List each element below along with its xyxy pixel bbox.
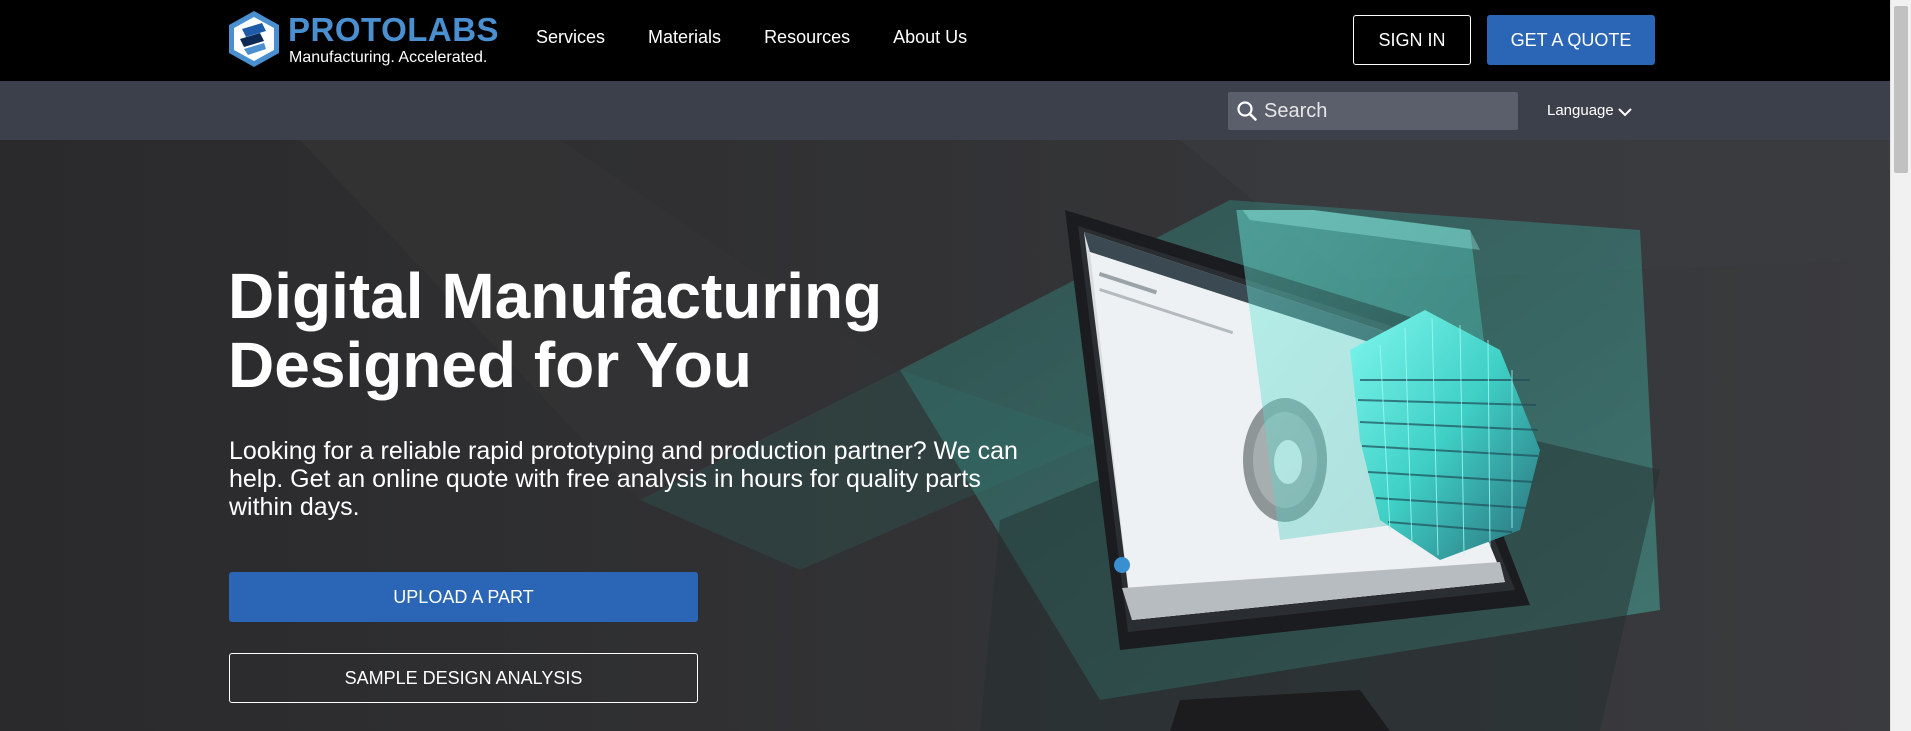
utility-bar: Language <box>0 81 1890 140</box>
page-scrollbar[interactable] <box>1890 0 1911 731</box>
page: PROTOLABS Manufacturing. Accelerated. Se… <box>0 0 1911 731</box>
chevron-down-icon <box>1618 108 1632 117</box>
menu-item-materials[interactable]: Materials <box>648 25 721 49</box>
language-label: Language <box>1547 102 1614 119</box>
scrollbar-thumb[interactable] <box>1894 6 1908 173</box>
menu-item-about-us[interactable]: About Us <box>893 25 967 49</box>
hero-description: Looking for a reliable rapid prototyping… <box>229 437 1018 521</box>
menu-item-services[interactable]: Services <box>536 25 605 49</box>
search-box <box>1228 92 1518 130</box>
hero-section: Digital Manufacturing Designed for You L… <box>0 140 1890 731</box>
sign-in-button[interactable]: SIGN IN <box>1353 15 1471 65</box>
protolabs-logo[interactable]: PROTOLABS Manufacturing. Accelerated. <box>226 9 500 69</box>
hero-title: Digital Manufacturing Designed for You <box>228 262 1028 400</box>
sample-design-analysis-button[interactable]: SAMPLE DESIGN ANALYSIS <box>229 653 698 703</box>
monitor-illustration <box>1065 210 1540 731</box>
top-navigation: PROTOLABS Manufacturing. Accelerated. Se… <box>0 0 1890 81</box>
language-selector[interactable]: Language <box>1547 102 1632 119</box>
main-menu: Services Materials Resources About Us <box>536 25 1010 49</box>
search-icon[interactable] <box>1236 100 1258 122</box>
get-a-quote-button[interactable]: GET A QUOTE <box>1487 15 1655 65</box>
brand-name: PROTOLABS <box>288 11 500 48</box>
hero-title-line-1: Digital Manufacturing <box>228 260 883 332</box>
protolabs-logo-icon <box>229 11 279 67</box>
menu-item-resources[interactable]: Resources <box>764 25 850 49</box>
hero-title-line-2: Designed for You <box>228 329 752 401</box>
brand-tagline: Manufacturing. Accelerated. <box>289 49 488 66</box>
search-input[interactable] <box>1262 92 1512 130</box>
upload-a-part-button[interactable]: UPLOAD A PART <box>229 572 698 622</box>
